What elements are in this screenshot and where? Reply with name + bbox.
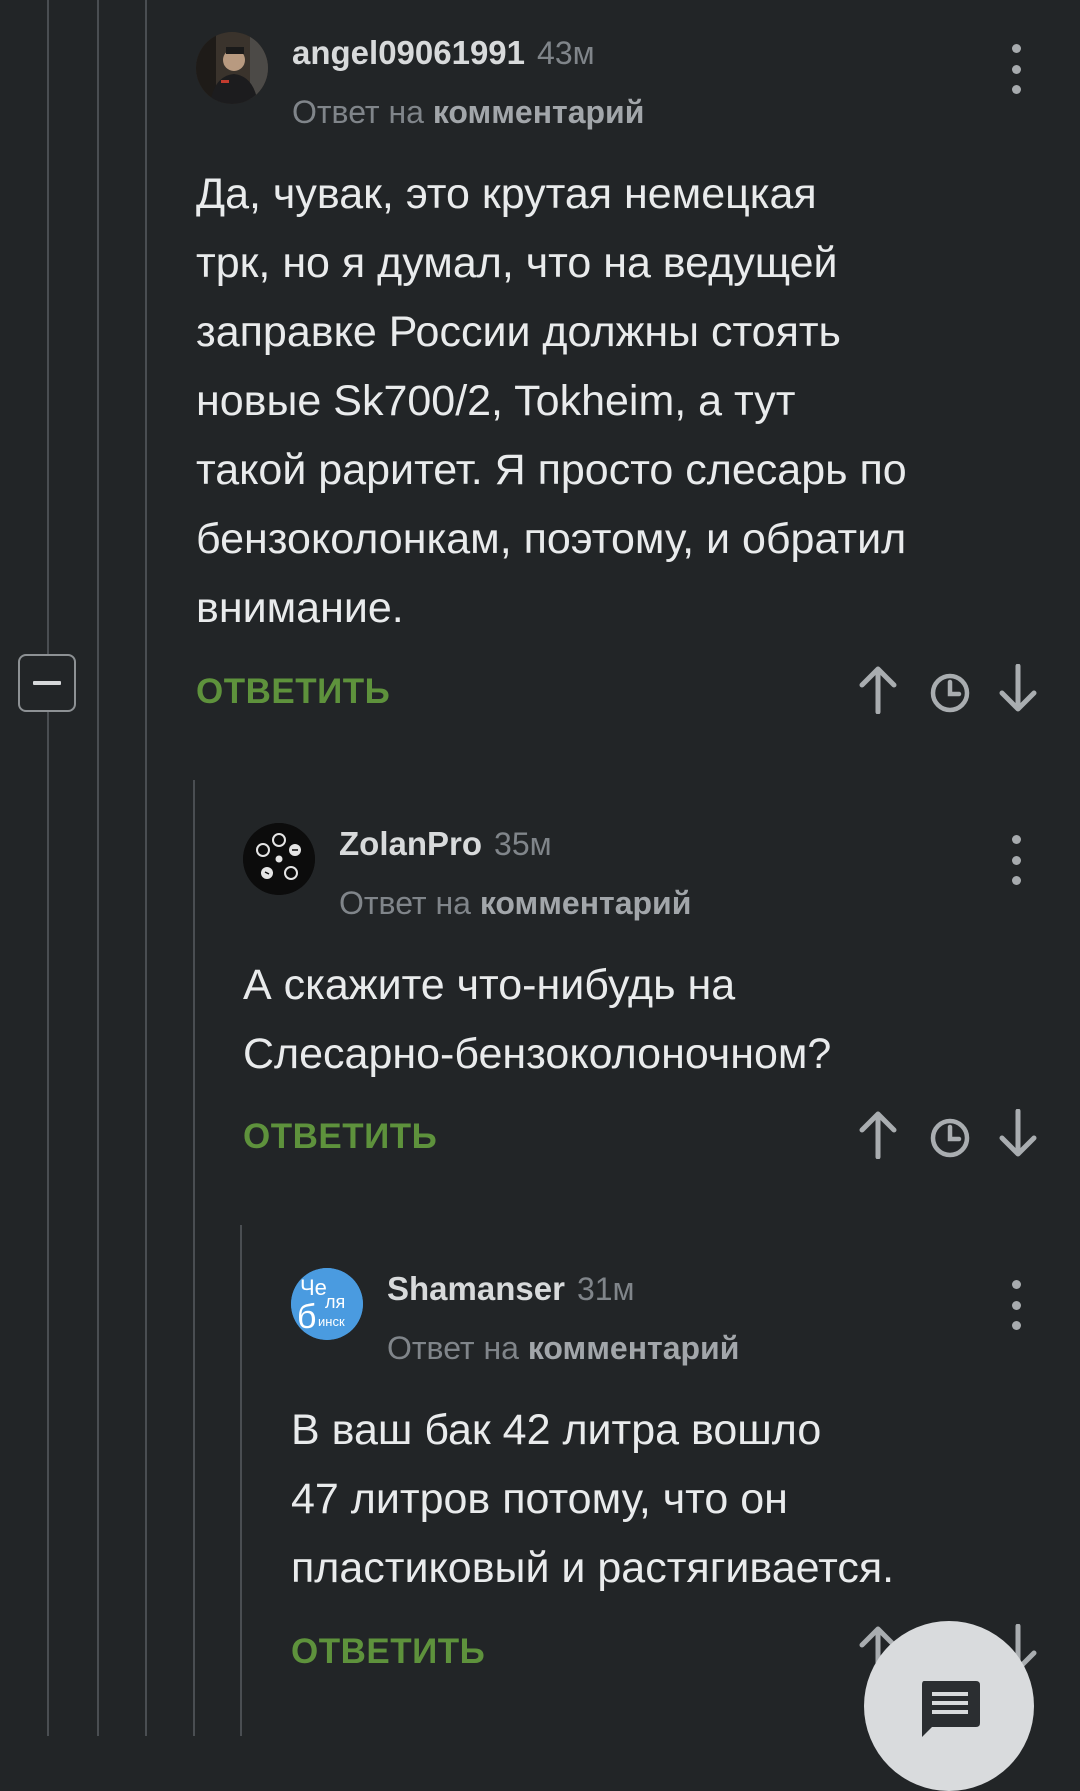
avatar-text-2: ля <box>325 1292 345 1312</box>
comment-icon <box>922 1681 980 1737</box>
collapse-thread-button[interactable] <box>18 654 76 712</box>
username[interactable]: angel09061991 43м <box>292 34 595 72</box>
arrow-up-icon[interactable] <box>856 1109 900 1159</box>
comment-line: пластиковый и растягивается. <box>291 1544 895 1592</box>
avatar-text-1: Че <box>300 1275 327 1300</box>
more-vertical-icon[interactable] <box>1006 835 1026 885</box>
comment-line: новые Sk700/2, Tokheim, а тут <box>196 377 796 425</box>
reply-to-label: Ответ на комментарий <box>387 1330 739 1367</box>
avatar[interactable]: Че ля б инск <box>291 1268 363 1340</box>
comment-1: angel09061991 43м Ответ на комментарий Да… <box>196 32 1037 722</box>
username[interactable]: Shamanser 31м <box>387 1270 635 1308</box>
reply-to-link[interactable]: комментарий <box>480 885 692 921</box>
more-vertical-icon[interactable] <box>1006 44 1026 94</box>
thread-line-reply-2 <box>240 1225 242 1736</box>
comment-2: ZolanPro 35м Ответ на комментарий А скажи… <box>243 823 1037 1163</box>
comment-time: 43м <box>537 35 595 71</box>
avatar[interactable] <box>243 823 315 895</box>
reply-button[interactable]: ОТВЕТИТЬ <box>243 1117 437 1157</box>
thread-line-3 <box>145 0 147 1736</box>
comment-line: Слесарно-бензоколоночном? <box>243 1030 832 1078</box>
arrow-down-icon[interactable] <box>996 664 1040 714</box>
username-text[interactable]: angel09061991 <box>292 34 525 71</box>
thread-line-reply-1 <box>193 780 195 1736</box>
comment-line: Да, чувак, это крутая немецкая <box>196 170 817 218</box>
avatar[interactable] <box>196 32 268 104</box>
add-comment-fab-button[interactable] <box>864 1621 1034 1791</box>
more-vertical-icon[interactable] <box>1006 1280 1026 1330</box>
city-logo-icon: Че ля б инск <box>291 1268 363 1340</box>
comment-3: Че ля б инск Shamanser 31м Ответ на комме… <box>291 1268 1037 1674</box>
comment-line: А скажите что-нибудь на <box>243 961 736 1009</box>
comment-time: 35м <box>494 826 552 862</box>
user-photo-icon <box>196 32 268 104</box>
reply-to-prefix: Ответ на <box>339 885 471 921</box>
comment-line: В ваш бак 42 литра вошло <box>291 1406 822 1454</box>
thread-line-outer-lower <box>47 712 49 1736</box>
comment-line: трк, но я думал, что на ведущей <box>196 239 838 287</box>
thread-line-2 <box>97 0 99 1736</box>
reply-to-prefix: Ответ на <box>292 94 424 130</box>
comment-time: 31м <box>576 1271 635 1307</box>
username-text[interactable]: ZolanPro <box>339 825 482 862</box>
reply-button[interactable]: ОТВЕТИТЬ <box>196 672 390 712</box>
reply-to-prefix: Ответ на <box>387 1330 519 1366</box>
reply-to-label: Ответ на комментарий <box>339 885 691 922</box>
minus-icon <box>33 681 61 685</box>
comment-line: заправке России должны стоять <box>196 308 841 356</box>
reply-to-label: Ответ на комментарий <box>292 94 644 131</box>
avatar-text-3: б <box>297 1298 316 1336</box>
comment-line: внимание. <box>196 584 404 632</box>
reply-to-link[interactable]: комментарий <box>528 1330 740 1366</box>
clock-icon[interactable] <box>928 671 972 715</box>
reply-button[interactable]: ОТВЕТИТЬ <box>291 1632 485 1672</box>
thread-line-outer <box>47 0 49 654</box>
comment-line: бензоколонкам, поэтому, и обратил <box>196 515 907 563</box>
comment-text: В ваш бак 42 литра вошло 47 литров потом… <box>291 1396 894 1603</box>
hand-signs-logo-icon <box>243 823 315 895</box>
arrow-up-icon[interactable] <box>856 664 900 714</box>
avatar-text-4: инск <box>318 1314 345 1329</box>
username[interactable]: ZolanPro 35м <box>339 825 552 863</box>
arrow-down-icon[interactable] <box>996 1109 1040 1159</box>
comment-text: А скажите что-нибудь на Слесарно-бензоко… <box>243 951 831 1089</box>
comment-text: Да, чувак, это крутая немецкая трк, но я… <box>196 160 907 643</box>
clock-icon[interactable] <box>928 1116 972 1160</box>
reply-to-link[interactable]: комментарий <box>433 94 645 130</box>
comment-line: такой раритет. Я просто слесарь по <box>196 446 907 494</box>
comment-line: 47 литров потому, что он <box>291 1475 788 1523</box>
username-text[interactable]: Shamanser <box>387 1270 565 1307</box>
